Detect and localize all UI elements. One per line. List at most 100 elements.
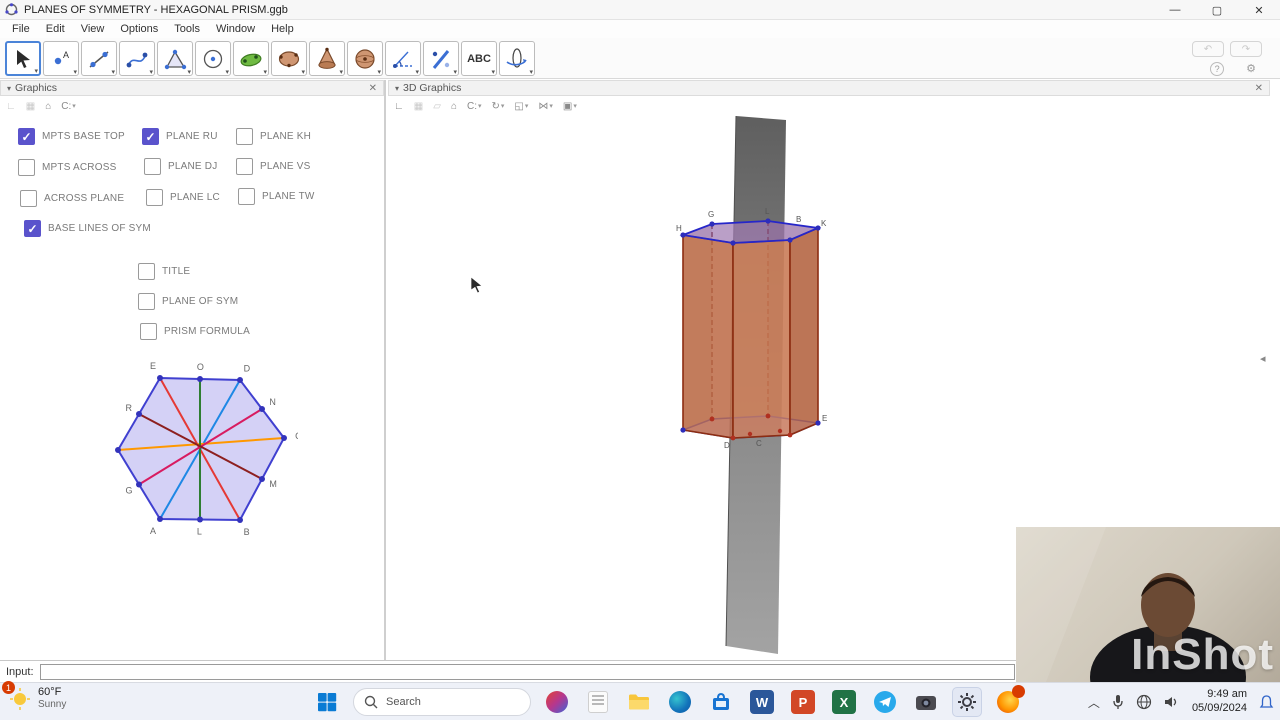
help-icon[interactable]: ? (1210, 62, 1225, 76)
close-button[interactable]: ✕ (1238, 0, 1280, 20)
plane-tool-button[interactable]: ▾ (233, 41, 269, 76)
gear-icon (958, 693, 976, 711)
line-tool-button[interactable]: ▾ (81, 41, 117, 76)
plane-toggle-icon[interactable]: ▱ (433, 101, 441, 112)
checkbox-across-plane[interactable] (20, 190, 37, 207)
home-view-icon[interactable]: ⌂ (451, 101, 457, 112)
menu-view[interactable]: View (73, 21, 113, 37)
reflect-tool-button[interactable]: ▾ (423, 41, 459, 76)
point-capture-dropdown[interactable]: C: ▾ (467, 101, 482, 112)
grid-toggle-icon[interactable]: ▦ (414, 101, 423, 112)
menu-window[interactable]: Window (208, 21, 263, 37)
checkbox-plane-tw[interactable] (238, 188, 255, 205)
text-tool-button[interactable]: ABC ▾ (461, 41, 497, 76)
menu-edit[interactable]: Edit (38, 21, 73, 37)
taskbar-search[interactable]: Search (353, 688, 531, 716)
start-button[interactable] (312, 687, 342, 717)
widgets-icon[interactable] (583, 687, 613, 717)
rotate-view-icon[interactable]: ↻ ▾ (492, 101, 505, 112)
panel-menu-arrow-icon[interactable]: ▾ (395, 84, 399, 93)
svg-text:N: N (269, 397, 276, 407)
tray-clock[interactable]: 9:49 am 05/09/2024 (1192, 688, 1247, 716)
polygon-tool-button[interactable]: ▾ (157, 41, 193, 76)
tray-chevron-up-icon[interactable]: ︿ (1088, 694, 1100, 711)
panel-menu-arrow-icon[interactable]: ▾ (7, 84, 11, 93)
prism-vertex-label: L (765, 207, 770, 216)
prism-vertex-label: H (676, 224, 682, 233)
hexagonal-prism[interactable]: H G L B K D C E (676, 207, 827, 450)
notification-bell-icon[interactable] (1259, 694, 1274, 710)
checkbox-plane-dj[interactable] (144, 158, 161, 175)
axes-toggle-icon[interactable]: ∟ (394, 101, 404, 112)
checkbox-base-lines-of-sym[interactable] (24, 220, 41, 237)
point-tool-button[interactable]: A ▾ (43, 41, 79, 76)
conic-tool-button[interactable]: ▾ (271, 41, 307, 76)
hexagon-symmetry-figure[interactable]: EDCBAFONMLGR (108, 356, 298, 542)
graphics-panel-title: Graphics (15, 82, 58, 94)
graphics-3d-panel-header[interactable]: ▾ 3D Graphics ✕ (388, 80, 1270, 96)
checkbox-plane-of-sym[interactable] (138, 293, 155, 310)
graphics-3d-style-bar: ∟ ▦ ▱ ⌂ C: ▾ ↻ ▾ ◱ ▾ ⋈ ▾ ▣ ▾ (394, 98, 577, 114)
window-title: PLANES OF SYMMETRY - HEXAGONAL PRISM.ggb (24, 3, 288, 16)
move-tool-button[interactable]: ▾ (5, 41, 41, 76)
rotate-view-tool-button[interactable]: ▾ (499, 41, 535, 76)
microphone-icon[interactable] (1112, 694, 1124, 710)
checkbox-title[interactable] (138, 263, 155, 280)
conic-icon (278, 50, 300, 67)
projection-dropdown[interactable]: ▣ ▾ (563, 101, 577, 112)
checkbox-prism-formula[interactable] (140, 323, 157, 340)
measure-tool-button[interactable]: ▾ (385, 41, 421, 76)
menu-tools[interactable]: Tools (166, 21, 208, 37)
maximize-button[interactable]: ▢ (1196, 0, 1238, 20)
word-icon[interactable]: W (747, 687, 777, 717)
checkbox-plane-vs[interactable] (236, 158, 253, 175)
checkbox-plane-lc[interactable] (146, 189, 163, 206)
svg-text:D: D (244, 363, 251, 373)
view-direction-dropdown[interactable]: ◱ ▾ (514, 101, 528, 112)
edge-browser-icon[interactable] (665, 687, 695, 717)
point-capture-dropdown[interactable]: C: ▾ (61, 101, 76, 112)
graphics-panel-close-icon[interactable]: ✕ (369, 83, 377, 94)
powerpoint-icon[interactable]: P (788, 687, 818, 717)
graphics-panel-header[interactable]: ▾ Graphics ✕ (0, 80, 384, 96)
network-globe-icon[interactable] (1136, 694, 1152, 710)
axes-toggle-icon[interactable]: ∟ (6, 101, 16, 112)
undo-button[interactable]: ↶ (1192, 41, 1224, 57)
circle-tool-button[interactable]: ▾ (195, 41, 231, 76)
checkbox-mpts-across[interactable] (18, 159, 35, 176)
minimize-button[interactable]: — (1154, 0, 1196, 20)
telegram-icon[interactable] (870, 687, 900, 717)
checkbox-label: ACROSS PLANE (44, 193, 125, 204)
clipping-dropdown[interactable]: ⋈ ▾ (538, 101, 553, 112)
store-icon[interactable] (706, 687, 736, 717)
copilot-icon[interactable] (542, 687, 572, 717)
grid-toggle-icon[interactable]: ▦ (26, 101, 35, 112)
checkbox-label: TITLE (162, 266, 191, 277)
menu-help[interactable]: Help (263, 21, 302, 37)
file-explorer-icon[interactable] (624, 687, 654, 717)
algebra-input-field[interactable] (39, 663, 1015, 680)
cone-tool-button[interactable]: ▾ (309, 41, 345, 76)
firefox-icon[interactable] (993, 685, 1025, 717)
checkbox-plane-ru[interactable] (142, 128, 159, 145)
volume-icon[interactable] (1164, 695, 1180, 709)
weather-widget[interactable]: 1 60°F Sunny (2, 681, 66, 710)
excel-icon[interactable]: X (829, 687, 859, 717)
home-view-icon[interactable]: ⌂ (45, 101, 51, 112)
gear-icon[interactable]: ⚙ (1246, 62, 1256, 76)
checkbox-mpts-base-top[interactable] (18, 128, 35, 145)
camera-app-icon[interactable] (911, 687, 941, 717)
panel-collapse-arrow-icon[interactable]: ◂ (1260, 352, 1266, 365)
windows-logo-icon (318, 693, 337, 712)
graphics-3d-panel-close-icon[interactable]: ✕ (1255, 83, 1263, 94)
settings-app-icon[interactable] (952, 687, 982, 717)
checkbox-plane-kh[interactable] (236, 128, 253, 145)
webcam-overlay: InShot (1016, 527, 1280, 682)
sphere-tool-button[interactable]: ▾ (347, 41, 383, 76)
menu-options[interactable]: Options (112, 21, 166, 37)
redo-button[interactable]: ↷ (1230, 41, 1262, 57)
curve-tool-button[interactable]: ▾ (119, 41, 155, 76)
svg-text:A: A (150, 526, 156, 536)
title-bar: PLANES OF SYMMETRY - HEXAGONAL PRISM.ggb… (0, 0, 1280, 20)
menu-file[interactable]: File (4, 21, 38, 37)
